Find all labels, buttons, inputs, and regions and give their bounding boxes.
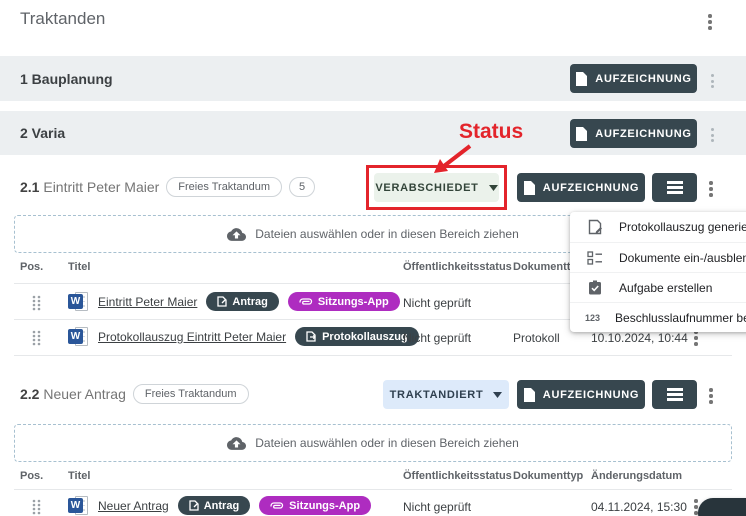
aufzeichnung-label: AUFZEICHNUNG xyxy=(543,389,639,401)
protokollauszug-badge: Protokollauszug xyxy=(295,327,419,346)
dropzone-label: Dateien auswählen oder in diesen Bereich… xyxy=(255,227,519,241)
menu-item-dokumente-ein-ausblenden[interactable]: Dokumente ein-/ausblenden xyxy=(570,242,746,272)
item-count-badge: 5 xyxy=(289,177,315,197)
drag-handle[interactable] xyxy=(32,295,41,311)
sitzungs-app-badge: Sitzungs-App xyxy=(288,292,400,311)
chevron-down-icon xyxy=(489,185,498,191)
status-annotation-arrow xyxy=(428,142,478,176)
oeffentlichkeitsstatus-value: Nicht geprüft xyxy=(403,500,471,514)
oeffentlichkeitsstatus-value: Nicht geprüft xyxy=(403,331,471,345)
status-value: VERABSCHIEDET xyxy=(375,182,478,194)
word-document-icon: W xyxy=(68,327,89,346)
aenderungsdatum-value: 10.10.2024, 10:44 xyxy=(591,331,688,345)
row-kebab-icon[interactable] xyxy=(694,330,698,346)
aufzeichnung-button-2-2[interactable]: AUFZEICHNUNG xyxy=(517,380,645,409)
row-kebab-icon[interactable] xyxy=(694,499,698,515)
document-edit-icon xyxy=(189,500,199,511)
aufzeichnung-button-2-1[interactable]: AUFZEICHNUNG xyxy=(517,173,645,202)
item-number: 2.1 xyxy=(20,179,39,195)
menu-item-aufgabe-erstellen[interactable]: Aufgabe erstellen xyxy=(570,272,746,302)
column-header-titel: Titel xyxy=(68,470,90,482)
document-icon xyxy=(575,72,587,86)
attachment-icon xyxy=(299,298,313,306)
floating-action-button[interactable] xyxy=(698,498,746,516)
column-header-pos: Pos. xyxy=(20,261,43,273)
list-icon xyxy=(667,388,683,401)
traktanden-page: Traktanden 1 Bauplanung AUFZEICHNUNG 2 V… xyxy=(0,0,746,516)
page-title: Traktanden xyxy=(20,9,105,29)
chevron-down-icon xyxy=(493,392,502,398)
document-list-button-2-2[interactable] xyxy=(652,380,697,409)
attachment-icon xyxy=(270,502,284,510)
word-document-icon: W xyxy=(68,292,89,311)
document-link[interactable]: Protokollauszug Eintritt Peter Maier xyxy=(98,330,286,344)
aufzeichnung-label: AUFZEICHNUNG xyxy=(595,128,691,140)
item-2-1-header: 2.1 Eintritt Peter Maier Freies Traktand… xyxy=(20,177,315,197)
dropzone-label: Dateien auswählen oder in diesen Bereich… xyxy=(255,436,519,450)
list-icon xyxy=(667,181,683,194)
drag-handle[interactable] xyxy=(32,499,41,515)
item-number: 2.2 xyxy=(20,386,39,402)
numbers-icon: 123 xyxy=(585,313,600,323)
context-menu: Protokollauszug generieren Dokumente ein… xyxy=(570,212,746,332)
oeffentlichkeitsstatus-value: Nicht geprüft xyxy=(403,296,471,310)
document-list-button-2-1[interactable] xyxy=(652,173,697,202)
column-header-pos: Pos. xyxy=(20,470,43,482)
dokumenttyp-value: Protokoll xyxy=(513,331,560,345)
section-title: 2 Varia xyxy=(20,125,65,141)
item-2-2-kebab-icon[interactable] xyxy=(709,388,713,404)
column-header-oeffentlichkeitsstatus: Öffentlichkeitsstatus xyxy=(403,261,512,273)
document-icon xyxy=(523,181,535,195)
antrag-badge: Antrag xyxy=(178,496,250,515)
aufzeichnung-label: AUFZEICHNUNG xyxy=(595,73,691,85)
column-header-aenderungsdatum: Änderungsdatum xyxy=(591,470,682,482)
column-header-dokumenttyp: Dokumenttyp xyxy=(513,470,583,482)
table-row: W Eintritt Peter Maier Antrag Sitzungs-A… xyxy=(68,292,400,311)
checklist-icon xyxy=(585,251,604,265)
antrag-badge: Antrag xyxy=(206,292,278,311)
document-export-icon xyxy=(306,331,317,342)
document-icon xyxy=(575,127,587,141)
item-type-chip: Freies Traktandum xyxy=(133,384,249,404)
item-type-chip: Freies Traktandum xyxy=(166,177,282,197)
aufzeichnung-label: AUFZEICHNUNG xyxy=(543,182,639,194)
sitzungs-app-badge: Sitzungs-App xyxy=(259,496,371,515)
menu-item-beschlusslaufnummer-bearbeiten[interactable]: 123 Beschlusslaufnummer bearbeiten xyxy=(570,302,746,332)
status-dropdown-verabschiedet[interactable]: VERABSCHIEDET xyxy=(374,173,499,202)
status-annotation-label: Status xyxy=(459,120,523,144)
drag-handle[interactable] xyxy=(32,330,41,346)
document-icon xyxy=(523,388,535,402)
item-title: Neuer Antrag xyxy=(43,386,126,402)
task-icon xyxy=(585,280,604,295)
column-header-oeffentlichkeitsstatus: Öffentlichkeitsstatus xyxy=(403,470,512,482)
section-bauplanung-kebab-icon[interactable] xyxy=(711,74,714,88)
section-title: 1 Bauplanung xyxy=(20,71,113,87)
column-header-titel: Titel xyxy=(68,261,90,273)
aenderungsdatum-value: 04.11.2024, 15:30 xyxy=(591,500,687,514)
file-dropzone-2-2[interactable]: Dateien auswählen oder in diesen Bereich… xyxy=(14,424,732,462)
status-value: TRAKTANDIERT xyxy=(390,389,484,401)
menu-item-protokollauszug-generieren[interactable]: Protokollauszug generieren xyxy=(570,212,746,242)
cloud-upload-icon xyxy=(227,437,246,450)
item-2-1-kebab-icon[interactable] xyxy=(709,181,713,197)
aufzeichnung-button-varia[interactable]: AUFZEICHNUNG xyxy=(570,119,697,148)
document-link[interactable]: Eintritt Peter Maier xyxy=(98,295,197,309)
cloud-upload-icon xyxy=(227,228,246,241)
word-document-icon: W xyxy=(68,496,89,515)
status-dropdown-traktandiert[interactable]: TRAKTANDIERT xyxy=(383,380,509,409)
section-varia-kebab-icon[interactable] xyxy=(711,128,714,142)
document-link[interactable]: Neuer Antrag xyxy=(98,499,169,513)
table-row: W Protokollauszug Eintritt Peter Maier P… xyxy=(68,327,419,346)
item-title: Eintritt Peter Maier xyxy=(43,179,159,195)
aufzeichnung-button-bauplanung[interactable]: AUFZEICHNUNG xyxy=(570,64,697,93)
page-kebab-menu-icon[interactable] xyxy=(708,14,712,30)
document-edit-icon xyxy=(217,296,227,307)
table-row: W Neuer Antrag Antrag Sitzungs-App xyxy=(68,496,371,515)
document-generate-icon xyxy=(585,219,604,235)
item-2-2-header: 2.2 Neuer Antrag Freies Traktandum xyxy=(20,384,249,404)
